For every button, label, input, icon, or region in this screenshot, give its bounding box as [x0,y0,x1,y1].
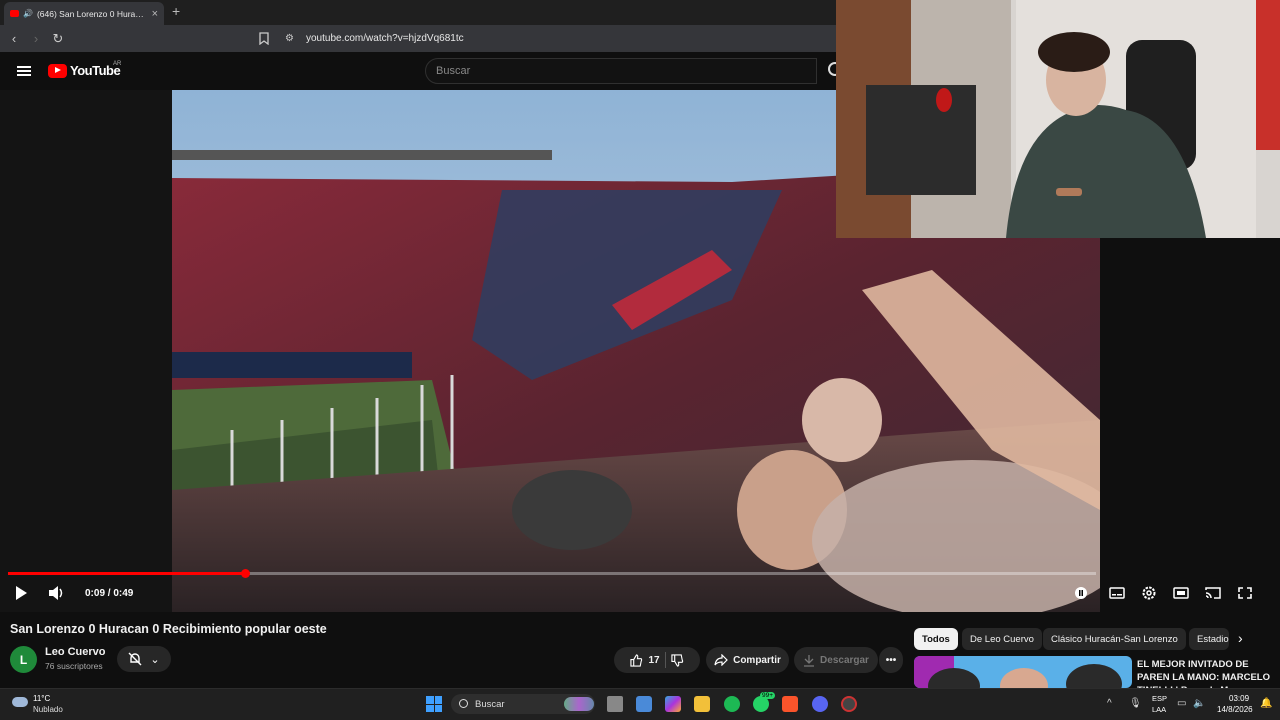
speaker-icon[interactable]: 🔈 [1193,698,1205,709]
like-dislike-group: 17 [614,647,700,673]
volume-icon[interactable] [48,585,66,601]
divider [664,652,666,668]
youtube-logo[interactable]: YouTube [48,63,121,78]
weather-description[interactable]: Nublado [33,705,63,714]
network-icon[interactable]: ▭ [1177,698,1186,709]
microphone-icon[interactable]: 🎙 [1129,698,1142,709]
like-count[interactable]: 17 [648,655,659,666]
subscriber-count: 76 suscriptores [45,661,103,671]
tab-title: (646) San Lorenzo 0 Huracan 0 [36,8,148,19]
youtube-play-logo-icon [48,63,67,78]
reload-icon[interactable]: ↻ [48,31,68,47]
chip-topic[interactable]: Clásico Huracán-San Lorenzo [1043,628,1186,650]
forward-icon[interactable]: › [26,31,46,46]
task-view-icon[interactable] [607,696,623,712]
cloud-icon[interactable] [12,697,28,707]
autoplay-toggle-icon[interactable] [1073,585,1091,601]
share-label: Compartir [733,654,781,666]
thumbs-down-icon[interactable] [670,653,684,667]
hamburger-menu-icon[interactable] [17,66,31,76]
chip-channel[interactable]: De Leo Cuervo [962,628,1042,650]
avatar[interactable]: L [10,646,37,673]
photos-app-icon[interactable] [636,696,652,712]
discord-icon[interactable] [812,696,828,712]
browser-tab[interactable]: 🔊 (646) San Lorenzo 0 Huracan 0 × [4,2,164,25]
share-button[interactable]: Compartir [706,647,789,673]
language-indicator[interactable]: ESP [1152,694,1167,703]
app-icon[interactable] [841,696,857,712]
copilot-icon[interactable] [665,696,681,712]
file-explorer-icon[interactable] [694,696,710,712]
new-tab-icon[interactable]: + [172,3,180,19]
search-input[interactable]: Buscar [425,58,817,84]
more-actions-icon[interactable]: ••• [879,647,903,673]
video-title: San Lorenzo 0 Huracan 0 Recibimiento pop… [10,622,327,636]
fullscreen-icon[interactable] [1236,585,1254,601]
url-text[interactable]: youtube.com/watch?v=hjzdVq681tc [306,33,464,44]
windows-start-icon[interactable] [426,696,442,712]
weather-temperature[interactable]: 11°C [33,694,50,703]
progress-played [8,572,245,575]
region-label: AR [113,61,122,67]
bell-off-icon [128,652,142,666]
youtube-favicon-icon [10,10,19,17]
close-tab-icon[interactable]: × [152,8,158,20]
download-label: Descargar [820,654,869,666]
progress-scrubber[interactable] [241,569,250,578]
back-icon[interactable]: ‹ [4,31,24,46]
webcam-overlay [836,0,1280,238]
chip-estadio[interactable]: Estadio [1189,628,1229,650]
spotify-icon[interactable] [724,696,740,712]
clock-time[interactable]: 03:09 [1229,694,1249,703]
thumbs-up-icon[interactable] [630,653,643,667]
bookmark-icon[interactable] [258,32,270,45]
channel-name[interactable]: Leo Cuervo [45,646,106,658]
brave-browser-icon[interactable] [782,696,798,712]
chip-todos[interactable]: Todos [914,628,958,650]
chevron-up-icon[interactable]: ^ [1107,698,1112,709]
miniplayer-icon[interactable] [1172,585,1190,601]
play-icon[interactable] [14,585,28,601]
download-button[interactable]: Descargar [794,647,878,673]
share-icon [714,654,728,666]
speaker-icon: 🔊 [23,9,33,18]
chevron-right-icon[interactable]: › [1238,630,1243,646]
whatsapp-badge: 99+ [760,692,776,699]
cast-icon[interactable] [1204,585,1222,601]
site-info-icon[interactable]: ⚙ [285,33,294,44]
rec-title-line: PAREN LA MANO: MARCELO [1137,672,1270,683]
language-layout[interactable]: LAA [1152,705,1166,714]
download-icon [804,654,815,667]
search-icon [459,699,468,708]
time-display: 0:09 / 0:49 [85,588,134,599]
subtitles-icon[interactable] [1108,585,1126,601]
recommendation-thumbnail[interactable] [914,656,1132,688]
clock-date[interactable]: 14/8/2026 [1217,705,1253,714]
settings-gear-icon[interactable] [1140,585,1158,601]
search-highlight-icon [564,697,594,711]
notifications-button[interactable]: ⌄ [117,646,171,672]
chevron-down-icon: ⌄ [150,653,160,666]
notification-icon[interactable]: 🔔 [1260,698,1272,709]
rec-title-line: EL MEJOR INVITADO DE [1137,659,1249,670]
